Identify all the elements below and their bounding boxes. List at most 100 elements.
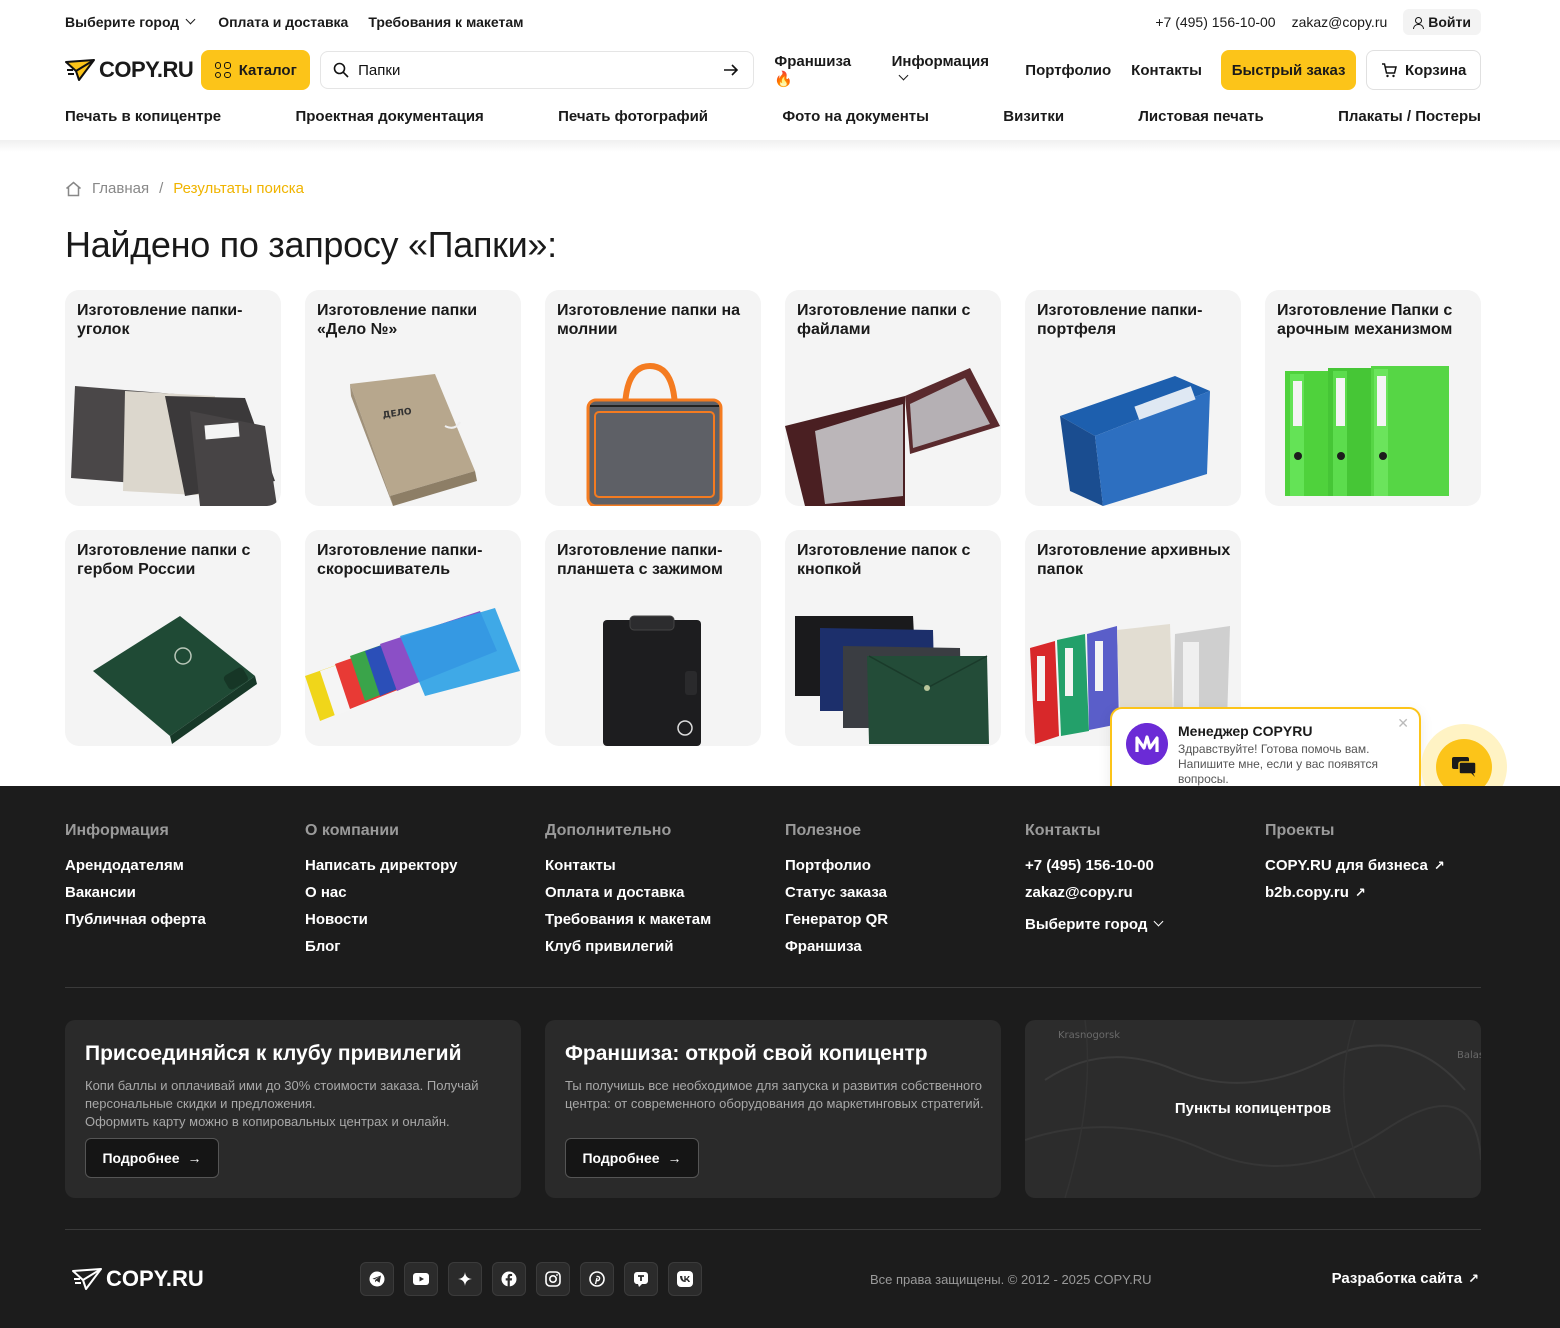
category-link[interactable]: Листовая печать: [1138, 108, 1263, 132]
button-label: Подробнее: [102, 1150, 180, 1166]
category-link[interactable]: Печать фотографий: [558, 108, 708, 132]
footer-link[interactable]: Блог: [305, 938, 545, 955]
phone-link[interactable]: +7 (495) 156-10-00: [1155, 14, 1275, 30]
map-widget[interactable]: Krasnogorsk Balash Пункты копицентров: [1025, 1020, 1481, 1198]
category-link[interactable]: Фото на документы: [782, 108, 929, 132]
club-more-button[interactable]: Подробнее →: [85, 1138, 219, 1178]
nav-info[interactable]: Информация: [892, 53, 1006, 87]
product-card[interactable]: Изготовление папки на молнии: [545, 290, 761, 506]
footer-link-business[interactable]: COPY.RU для бизнеса ↗: [1265, 857, 1505, 874]
footer-link[interactable]: Требования к макетам: [545, 911, 785, 928]
arrow-right-icon[interactable]: [723, 63, 739, 77]
login-button[interactable]: Войти: [1403, 9, 1481, 35]
footer-link[interactable]: Франшиза: [785, 938, 1025, 955]
instagram-icon[interactable]: [536, 1262, 570, 1296]
product-card[interactable]: Изготовление папки-скоросшиватель: [305, 530, 521, 746]
product-card-title: Изготовление папки-скоросшиватель: [317, 542, 483, 578]
facebook-icon[interactable]: [492, 1262, 526, 1296]
product-card[interactable]: Изготовление папки с файлами: [785, 290, 1001, 506]
category-link[interactable]: Плакаты / Постеры: [1338, 108, 1481, 132]
product-card[interactable]: Изготовление папки-портфеля: [1025, 290, 1241, 506]
cart-icon: [1381, 62, 1397, 77]
catalog-label: Каталог: [238, 61, 297, 79]
header-divider: [0, 140, 1560, 152]
footer-link[interactable]: Портфолио: [785, 857, 1025, 874]
nav-contacts[interactable]: Контакты: [1131, 62, 1202, 79]
close-icon[interactable]: ✕: [1397, 715, 1409, 732]
external-link-icon: ↗: [1468, 1271, 1479, 1286]
arrow-right-icon: →: [667, 1150, 682, 1166]
folder-corner-image: [71, 386, 277, 506]
product-card[interactable]: Изготовление папки-уголок: [65, 290, 281, 506]
club-title: Присоединяйся к клубу привилегий: [85, 1042, 462, 1065]
footer-link[interactable]: Публичная оферта: [65, 911, 305, 928]
footer-email-link[interactable]: zakaz@copy.ru: [1025, 884, 1265, 901]
cart-button[interactable]: Корзина: [1366, 50, 1482, 90]
main-nav: Франшиза 🔥 Информация Портфолио Контакты: [774, 53, 1202, 88]
footer-link[interactable]: Статус заказа: [785, 884, 1025, 901]
footer-link[interactable]: Вакансии: [65, 884, 305, 901]
emblem-folder-image: [93, 616, 257, 744]
grid-icon: [214, 62, 231, 78]
catalog-button[interactable]: Каталог: [201, 50, 311, 90]
product-card[interactable]: Изготовление папки-планшета с зажимом: [545, 530, 761, 746]
tenchat-icon[interactable]: [624, 1262, 658, 1296]
product-card-title: Изготовление папки-портфеля: [1037, 302, 1203, 338]
dzen-icon[interactable]: [448, 1262, 482, 1296]
footer-city-selector[interactable]: Выберите город: [1025, 916, 1265, 933]
product-card[interactable]: Изготовление папки «Дело №» ДЕЛО: [305, 290, 521, 506]
external-link-icon: ↗: [1433, 858, 1445, 873]
product-card-title: Изготовление папки на молнии: [557, 302, 741, 338]
footer-column-title: Полезное: [785, 822, 862, 839]
chat-manager-name: Менеджер COPYRU: [1178, 723, 1313, 739]
search-input[interactable]: [358, 61, 715, 79]
top-bar: Выберите город Оплата и доставка Требова…: [65, 8, 1481, 36]
binder-folders-image: [305, 608, 520, 721]
category-link[interactable]: Визитки: [1003, 108, 1064, 132]
category-link[interactable]: Печать в копицентре: [65, 108, 221, 132]
clipboard-image: [603, 615, 701, 746]
search-box: [320, 51, 755, 89]
footer-phone-link[interactable]: +7 (495) 156-10-00: [1025, 857, 1265, 874]
footer-link-b2b[interactable]: b2b.copy.ru ↗: [1265, 884, 1505, 901]
chevron-down-icon: [1153, 916, 1164, 927]
pinterest-icon[interactable]: [580, 1262, 614, 1296]
telegram-icon[interactable]: [360, 1262, 394, 1296]
club-text: Копи баллы и оплачивай ими до 30% стоимо…: [85, 1077, 505, 1131]
vk-icon[interactable]: [668, 1262, 702, 1296]
footer-link[interactable]: Новости: [305, 911, 545, 928]
product-card[interactable]: Изготовление Папки с арочным механизмом: [1265, 290, 1481, 506]
franchise-more-button[interactable]: Подробнее →: [565, 1138, 699, 1178]
case-folder-image: ДЕЛО: [350, 374, 477, 506]
requirements-link[interactable]: Требования к макетам: [368, 14, 523, 30]
footer-divider: [65, 1229, 1481, 1230]
footer-link[interactable]: Контакты: [545, 857, 785, 874]
email-link[interactable]: zakaz@copy.ru: [1292, 14, 1388, 30]
product-card[interactable]: Изготовление папок с кнопкой: [785, 530, 1001, 746]
city-selector[interactable]: Выберите город: [65, 14, 198, 30]
product-card-title: Изготовление папки «Дело №»: [317, 302, 478, 338]
footer-link[interactable]: Клуб привилегий: [545, 938, 785, 955]
nav-portfolio[interactable]: Портфолио: [1025, 62, 1111, 79]
footer-link[interactable]: Генератор QR: [785, 911, 1025, 928]
payment-link[interactable]: Оплата и доставка: [218, 14, 348, 30]
footer-city-label: Выберите город: [1025, 916, 1148, 933]
footer-column-title: Проекты: [1265, 822, 1335, 839]
footer-logo[interactable]: COPY.RU: [72, 1266, 204, 1292]
home-icon[interactable]: [65, 181, 82, 197]
button-envelope-image: [795, 616, 989, 744]
footer-link[interactable]: О нас: [305, 884, 545, 901]
product-grid: Изготовление папки-уголок Изготовление п…: [65, 290, 1481, 746]
youtube-icon[interactable]: [404, 1262, 438, 1296]
footer-link[interactable]: Написать директору: [305, 857, 545, 874]
product-card[interactable]: Изготовление папки с гербом России: [65, 530, 281, 746]
footer-link[interactable]: Оплата и доставка: [545, 884, 785, 901]
fast-order-button[interactable]: Быстрый заказ: [1220, 50, 1357, 90]
footer-link[interactable]: Арендодателям: [65, 857, 305, 874]
logo[interactable]: COPY.RU: [65, 57, 201, 83]
nav-franchise[interactable]: Франшиза 🔥: [774, 53, 871, 88]
site-dev-link[interactable]: Разработка сайта ↗: [1332, 1270, 1479, 1287]
breadcrumb-home[interactable]: Главная: [92, 180, 149, 197]
category-link[interactable]: Проектная документация: [295, 108, 483, 132]
logo-plane-icon: [72, 1268, 102, 1290]
